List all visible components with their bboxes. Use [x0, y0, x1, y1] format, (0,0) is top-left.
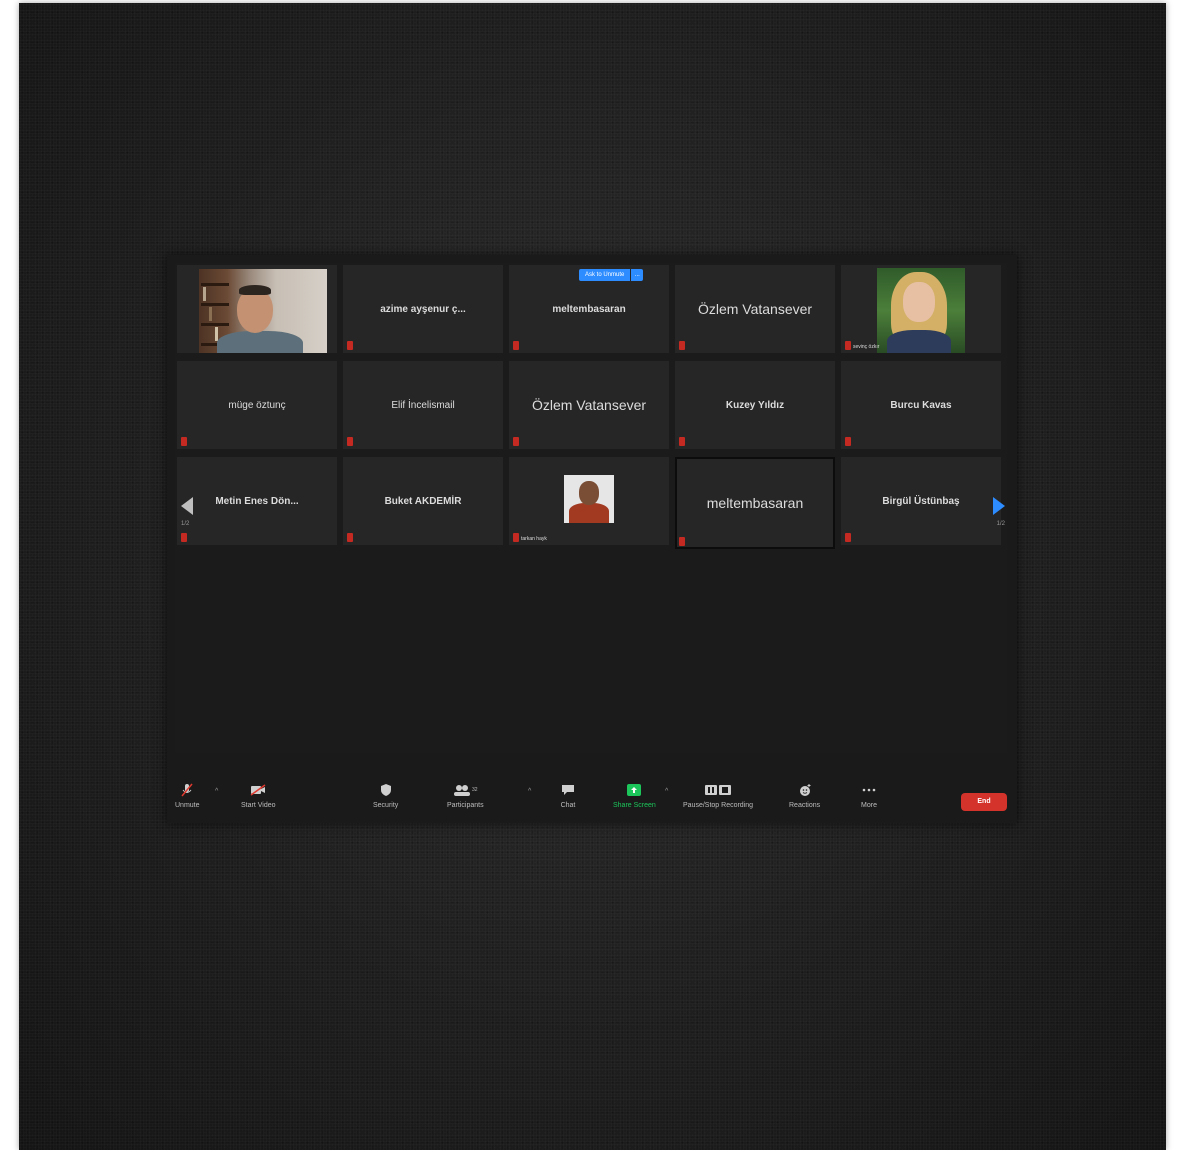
video-tile[interactable]: Ask to Unmute ... meltembasaran [509, 265, 669, 353]
unmute-button[interactable]: Unmute [175, 783, 200, 809]
video-tile[interactable]: Özlem Vatansever [675, 265, 835, 353]
muted-mic-icon [679, 341, 685, 350]
muted-mic-icon [179, 783, 195, 797]
video-off-icon [250, 783, 266, 797]
security-button[interactable]: Security [373, 783, 398, 809]
page-indicator-left: 1/2 [181, 521, 190, 527]
participant-avatar [564, 475, 614, 523]
participants-count: 32 [472, 787, 478, 793]
muted-mic-icon [513, 437, 519, 446]
muted-mic-icon [347, 533, 353, 542]
participant-name: meltembasaran [552, 303, 626, 315]
video-tile[interactable]: Metin Enes Dön... [177, 457, 337, 545]
ellipsis-icon [861, 783, 877, 797]
end-meeting-button[interactable]: End [961, 793, 1007, 811]
recording-button[interactable]: Pause/Stop Recording [683, 783, 753, 809]
participant-video [877, 268, 965, 353]
participant-name: Birgül Üstünbaş [882, 495, 960, 507]
participant-name: Burcu Kavas [890, 399, 952, 411]
meeting-toolbar: Unmute ^ Start Video Security 32 Partici… [167, 773, 1017, 823]
more-options-icon[interactable]: ... [631, 269, 644, 281]
participants-icon: 32 [450, 783, 480, 797]
start-video-button[interactable]: Start Video [241, 783, 276, 809]
participant-name: azime ayşenur ç... [380, 303, 466, 315]
muted-mic-icon [679, 537, 685, 546]
ask-to-unmute-label[interactable]: Ask to Unmute [579, 269, 631, 281]
share-screen-icon [626, 783, 642, 797]
more-button[interactable]: More [861, 783, 877, 809]
participant-name: Buket AKDEMİR [384, 495, 462, 507]
muted-mic-icon [679, 437, 685, 446]
recording-label: Pause/Stop Recording [683, 802, 754, 809]
video-tile[interactable]: azime ayşenur ç... [343, 265, 503, 353]
participants-button[interactable]: 32 Participants [447, 783, 484, 809]
muted-mic-icon [845, 437, 851, 446]
video-tile[interactable]: tarkan hayk [509, 457, 669, 545]
security-label: Security [373, 802, 399, 809]
shield-icon [378, 783, 394, 797]
muted-mic-icon [347, 341, 353, 350]
participant-video [199, 269, 327, 353]
video-tile[interactable]: müge öztunç [177, 361, 337, 449]
pause-stop-icon [703, 783, 733, 797]
video-tile[interactable]: Özlem Vatansever [509, 361, 669, 449]
muted-mic-icon [347, 437, 353, 446]
more-label: More [861, 802, 877, 809]
participant-name: Kuzey Yıldız [725, 399, 785, 411]
page-indicator-right: 1/2 [996, 521, 1005, 527]
zoom-meeting-window: azime ayşenur ç... Ask to Unmute ... mel… [167, 255, 1017, 823]
chevron-up-icon[interactable]: ^ [665, 788, 668, 795]
chat-button[interactable]: Chat [560, 783, 576, 809]
muted-mic-icon [845, 533, 851, 542]
chat-bubble-icon [560, 783, 576, 797]
gallery-view: azime ayşenur ç... Ask to Unmute ... mel… [175, 263, 1007, 753]
muted-mic-icon [513, 341, 519, 350]
reactions-label: Reactions [789, 802, 821, 809]
unmute-label: Unmute [175, 802, 200, 809]
reactions-button[interactable]: Reactions [789, 783, 820, 809]
video-tile[interactable]: Kuzey Yıldız [675, 361, 835, 449]
muted-mic-icon [513, 533, 519, 542]
emoji-plus-icon [797, 783, 813, 797]
photo-background: azime ayşenur ç... Ask to Unmute ... mel… [19, 3, 1166, 1150]
next-page-arrow-icon[interactable] [993, 497, 1005, 515]
muted-mic-icon [181, 437, 187, 446]
ask-to-unmute-button[interactable]: Ask to Unmute ... [579, 269, 644, 281]
start-video-label: Start Video [241, 802, 276, 809]
muted-mic-icon [181, 533, 187, 542]
chevron-up-icon[interactable]: ^ [215, 788, 218, 795]
share-screen-label: Share Screen [613, 802, 656, 809]
participant-name: meltembasaran [706, 495, 804, 511]
participants-label: Participants [447, 802, 484, 809]
video-tile[interactable]: Buket AKDEMİR [343, 457, 503, 545]
participant-name: Özlem Vatansever [531, 397, 647, 413]
video-tile[interactable]: Elif İncelismail [343, 361, 503, 449]
chevron-up-icon[interactable]: ^ [528, 788, 531, 795]
share-screen-button[interactable]: Share Screen [613, 783, 656, 809]
participant-name: tarkan hayk [521, 536, 547, 542]
participant-name: sevinç özkır [853, 344, 880, 350]
video-tile[interactable]: meltembasaran [675, 457, 835, 549]
previous-page-arrow-icon[interactable] [181, 497, 193, 515]
video-tile[interactable]: Burcu Kavas [841, 361, 1001, 449]
muted-mic-icon [845, 341, 851, 350]
video-tile[interactable]: sevinç özkır [841, 265, 1001, 353]
chat-label: Chat [560, 802, 576, 809]
participant-name: Metin Enes Dön... [215, 495, 299, 507]
participant-name: Elif İncelismail [391, 399, 455, 411]
participant-name: Özlem Vatansever [697, 301, 813, 317]
participant-name: müge öztunç [228, 399, 286, 411]
video-tile[interactable] [177, 265, 337, 353]
video-tile[interactable]: Birgül Üstünbaş [841, 457, 1001, 545]
